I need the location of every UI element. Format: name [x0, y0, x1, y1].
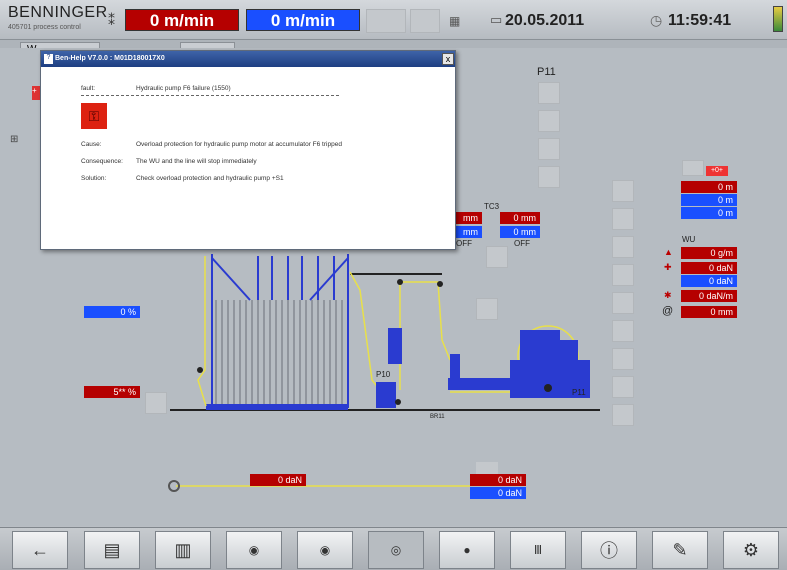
heater-button[interactable]: Ⅲ: [510, 531, 566, 569]
machine-icon: ▥: [174, 539, 192, 560]
heater-icon: Ⅲ: [533, 543, 543, 557]
br11-label: BR11: [430, 414, 445, 420]
p11-winder-label: P11: [572, 388, 586, 397]
roller-button-2[interactable]: ◉: [297, 531, 353, 569]
solution-label: Solution:: [81, 175, 107, 182]
roller-button-4[interactable]: ●: [439, 531, 495, 569]
accumulator-columns: [257, 256, 335, 300]
roll-node-2: [437, 281, 443, 287]
accumulator-frame: [211, 254, 349, 408]
bottom-dan-red-left: 0 daN: [250, 474, 306, 486]
bottom-dan-blue: 0 daN: [470, 487, 526, 499]
back-button[interactable]: ←: [12, 531, 68, 569]
fault-value: Hydraulic pump F6 failure (1550): [136, 85, 231, 92]
roller-icon-4: ●: [463, 543, 471, 557]
roll-node-4: [395, 399, 401, 405]
arrow-left-icon: ←: [31, 539, 49, 560]
winder-unit: [376, 328, 590, 408]
cause-label: Cause:: [81, 141, 102, 148]
consequence-value: The WU and the line will stop immediatel…: [136, 158, 257, 165]
machine-button[interactable]: ▥: [155, 531, 211, 569]
roller-button-1[interactable]: ◉: [226, 531, 282, 569]
roller-icon-3: ◎: [390, 543, 402, 557]
bottom-pad: [476, 462, 498, 474]
tools-button[interactable]: ✎: [652, 531, 708, 569]
bottom-dan-red-right: 0 daN: [470, 474, 526, 486]
dialog-close-button[interactable]: x: [442, 53, 454, 65]
solution-value: Check overload protection and hydraulic …: [136, 175, 284, 182]
settings-button[interactable]: ⚙: [723, 531, 779, 569]
roller-icon-2: ◉: [319, 543, 331, 557]
tools-icon: ✎: [672, 539, 688, 560]
dialog-separator: [81, 95, 339, 96]
roller-icon-1: ◉: [248, 543, 260, 557]
cause-value: Overload protection for hydraulic pump m…: [136, 141, 342, 148]
pump-fault-icon: ⚿: [81, 103, 107, 129]
consequence-label: Consequence:: [81, 158, 123, 165]
info-icon: ⓘ: [600, 541, 618, 561]
help-dialog: Ben-Help V7.0.0 : M01D180017X0 ? x fault…: [40, 50, 456, 250]
roll-node-5: [544, 384, 552, 392]
settings-icon: ⚙: [742, 539, 760, 560]
p10-label: P10: [376, 370, 391, 379]
document-button[interactable]: ▤: [84, 531, 140, 569]
info-button[interactable]: ⓘ: [581, 531, 637, 569]
roll-node-1: [197, 367, 203, 373]
roller-button-3[interactable]: ◎: [368, 531, 424, 569]
accumulator-base: [206, 404, 348, 410]
fault-label: fault:: [81, 85, 96, 92]
roll-node-3: [397, 279, 403, 285]
accumulator-cloth: [215, 300, 343, 406]
document-icon: ▤: [103, 539, 121, 560]
dialog-title: Ben-Help V7.0.0 : M01D180017X0: [41, 51, 455, 67]
cloth-path: [176, 256, 549, 487]
help-icon: ?: [44, 54, 53, 64]
